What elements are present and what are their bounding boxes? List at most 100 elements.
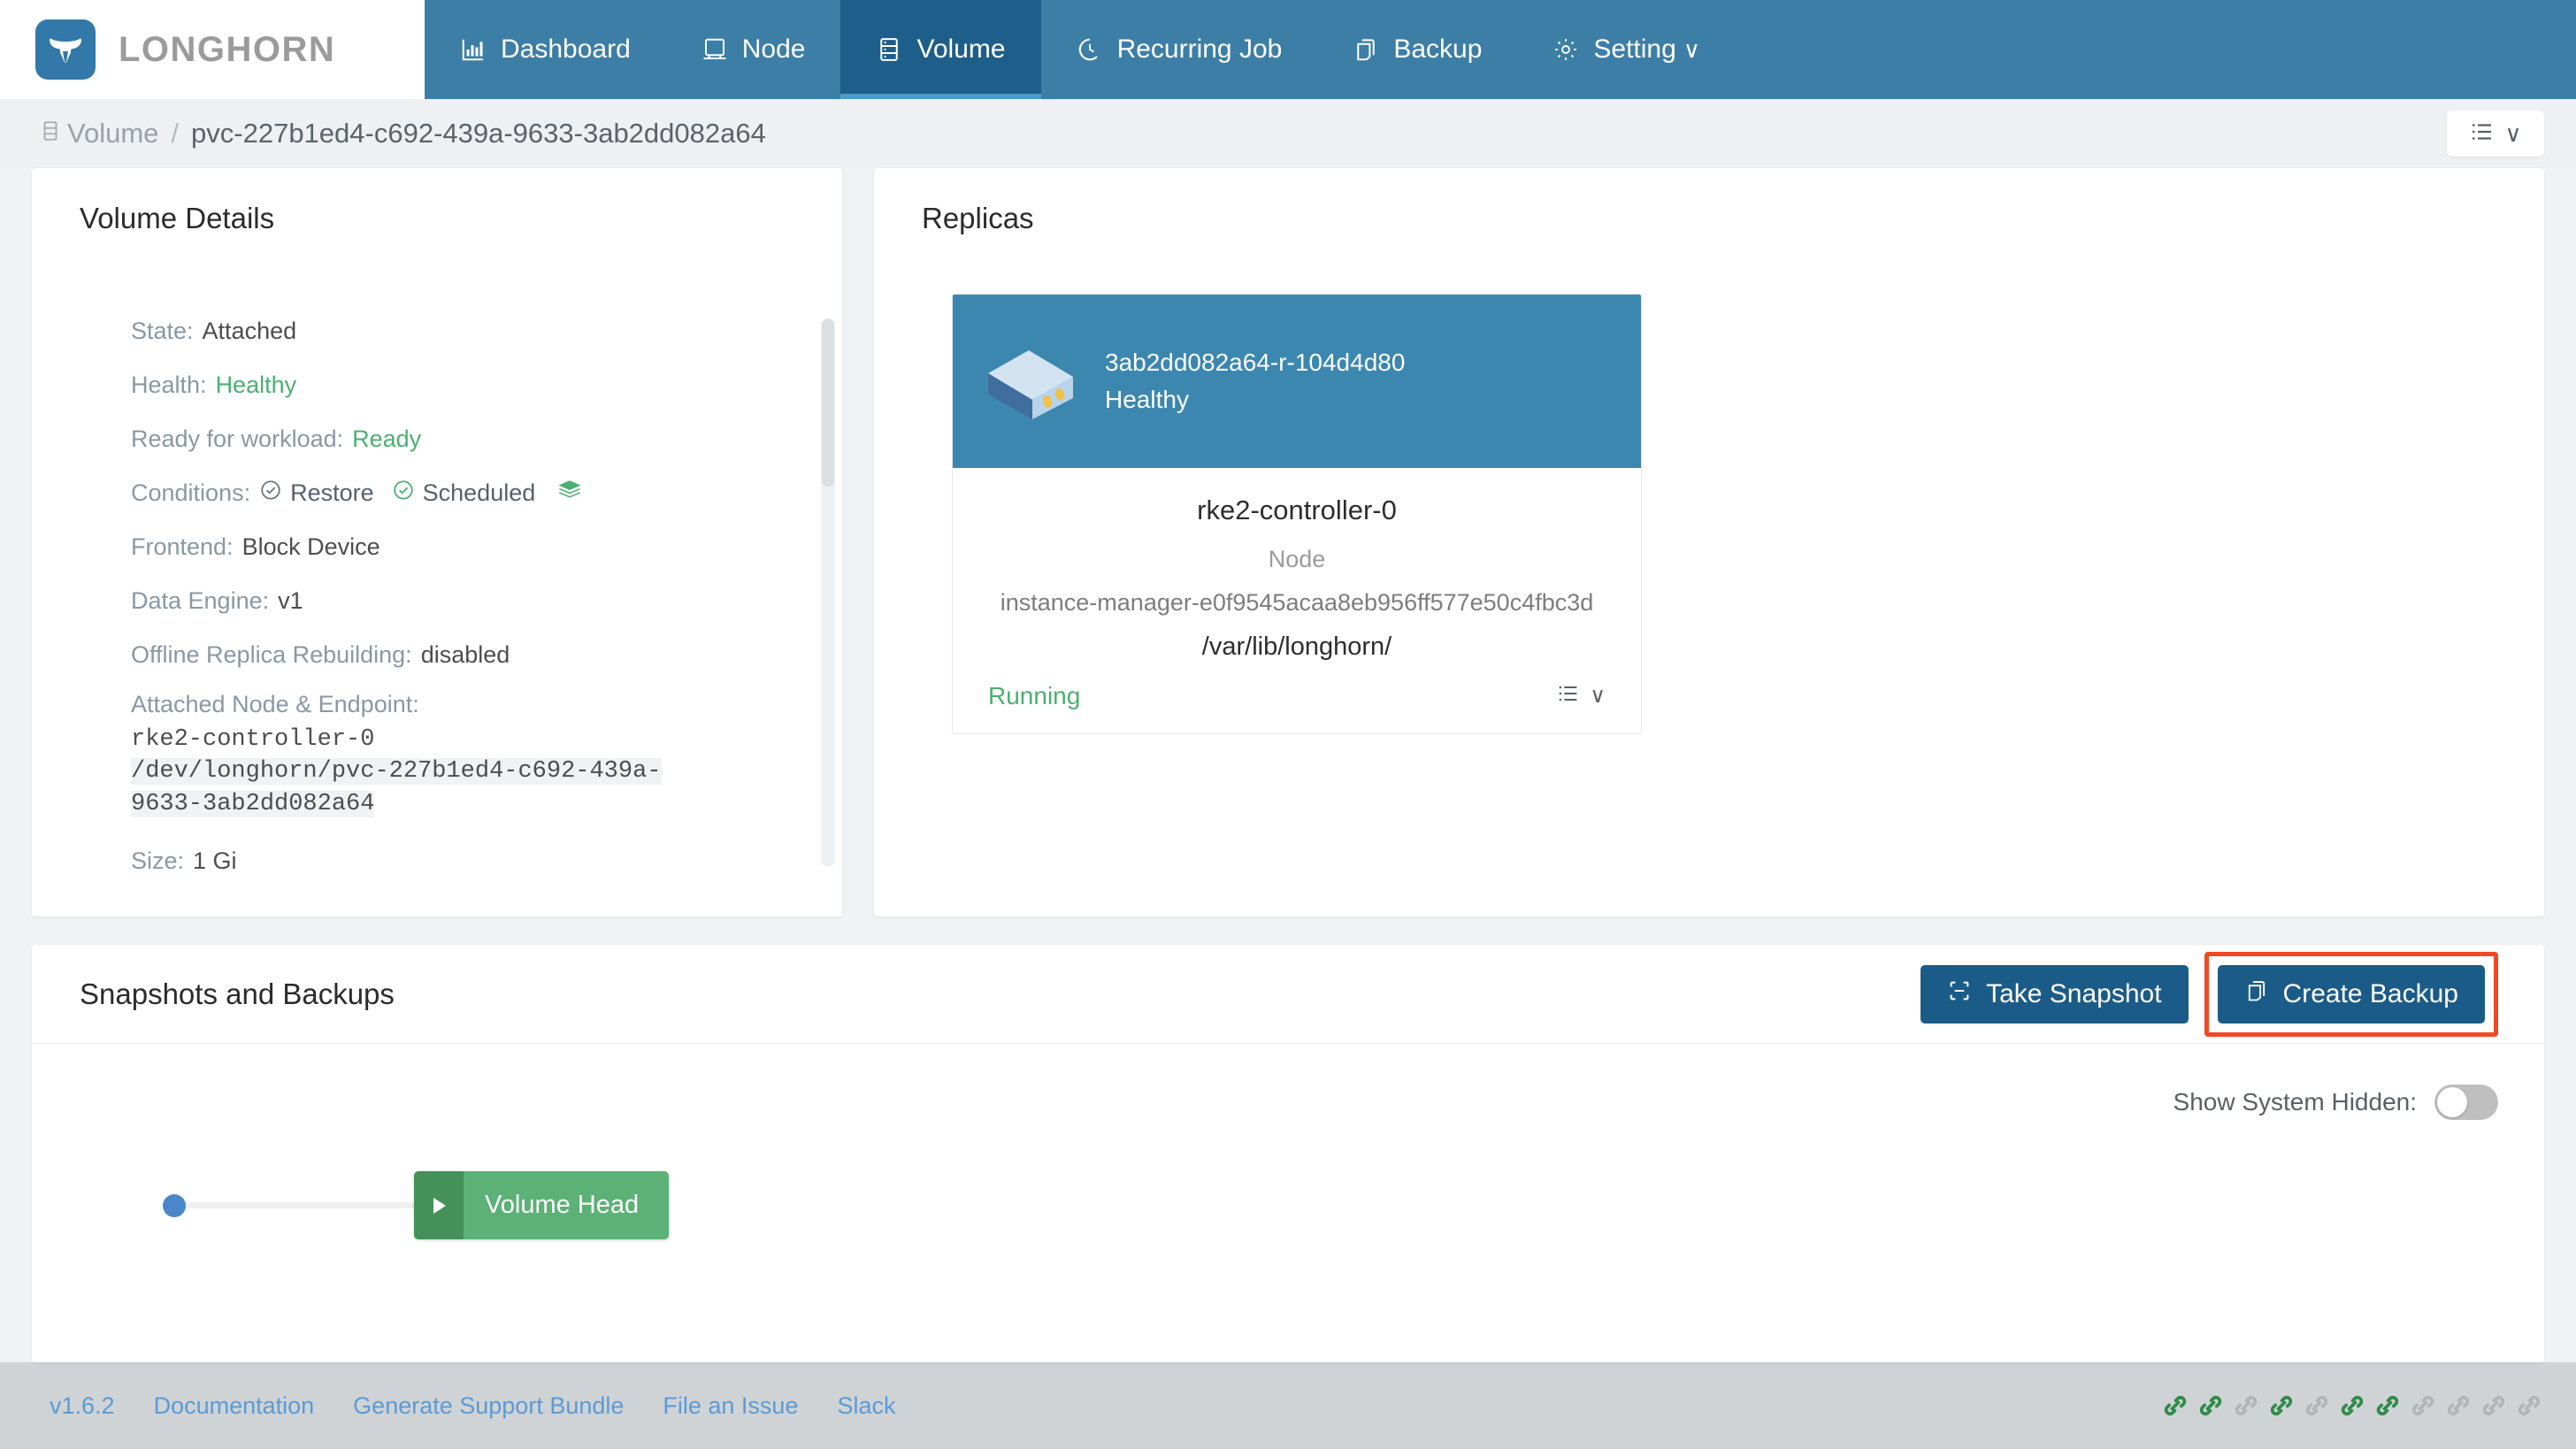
nav-item-backup[interactable]: Backup [1317,0,1517,99]
scrollbar-thumb[interactable] [822,318,834,487]
replicas-grid: 3ab2dd082a64-r-104d4d80 Healthy rke2-con… [874,235,2544,734]
nav-items: Dashboard Node Volume Recurring Job Back… [425,0,2576,99]
replica-actions-menu-button[interactable]: ∨ [1556,681,1606,710]
nav-item-dashboard[interactable]: Dashboard [425,0,666,99]
detail-label: Health: [131,372,207,398]
nav-item-label: Backup [1393,34,1483,64]
condition-label: Restore [290,479,374,506]
detail-label: Data Engine: [131,587,270,614]
disk-block-icon [978,331,1084,433]
replica-status: Running [988,681,1081,709]
endpoint-path-line-1: /dev/longhorn/pvc-227b1ed4-c692-439a- [131,755,786,787]
condition-label: Scheduled [422,479,536,506]
endpoint-path-text: /dev/longhorn/pvc-227b1ed4-c692-439a- [131,758,662,786]
brand-name: LONGHORN [119,29,336,69]
longhorn-bull-icon [35,19,96,80]
detail-row-frontend: Frontend: Block Device [32,520,842,574]
nav-item-label: Node [741,34,806,64]
chain-link-icon [2341,1395,2364,1416]
top-row: Volume Details State: Attached Health: H… [32,168,2544,916]
top-navigation-bar: LONGHORN Dashboard Node Volume Recurring… [0,0,2576,99]
nav-item-recurring-job[interactable]: Recurring Job [1041,0,1318,99]
volume-details-card: Volume Details State: Attached Health: H… [32,168,842,916]
chain-link-icon [2164,1395,2187,1416]
footer-link-documentation[interactable]: Documentation [154,1392,315,1420]
snapshot-timeline: Volume Head [32,1120,2544,1239]
detail-value: v1 [278,587,303,614]
nav-item-volume[interactable]: Volume [840,0,1041,99]
breadcrumb-root[interactable]: Volume [67,118,158,150]
chain-link-icon [2376,1395,2399,1416]
endpoint-path-line-2: 9633-3ab2dd082a64 [131,788,786,820]
detail-row-conditions: Conditions: Restore Scheduled [32,466,842,520]
replica-name: 3ab2dd082a64-r-104d4d80 [1105,349,1406,376]
chevron-down-icon: ∨ [2504,119,2522,147]
breadcrumb-separator: / [171,118,180,149]
play-icon [414,1171,464,1239]
footer-link-file-an-issue[interactable]: File an Issue [663,1392,798,1420]
footer-link-slack[interactable]: Slack [837,1392,895,1420]
detail-label: Ready for workload: [131,426,344,452]
detail-label: Size: [131,847,185,875]
snapshots-header: Snapshots and Backups Take Snapshot Crea… [32,945,2544,1044]
replica-card-header: 3ab2dd082a64-r-104d4d80 Healthy [953,295,1641,468]
copy-icon [2244,978,2269,1010]
detail-label: Frontend: [131,533,234,560]
chevron-down-icon: ∨ [1590,684,1606,708]
check-circle-icon [392,479,415,508]
page-footer: v1.6.2 Documentation Generate Support Bu… [0,1362,2576,1449]
snapshots-and-backups-card: Snapshots and Backups Take Snapshot Crea… [32,945,2544,1362]
snapshots-title: Snapshots and Backups [80,977,395,1010]
detail-row-health: Health: Healthy [32,358,842,412]
detail-row-size: Size: 1 Gi [32,834,842,888]
replica-node-name: rke2-controller-0 [1197,494,1397,525]
nav-item-setting[interactable]: Setting ∨ [1517,0,1735,99]
chain-link-icon [2199,1395,2222,1416]
show-system-hidden-label: Show System Hidden: [2173,1088,2417,1116]
show-system-hidden-toggle[interactable] [2434,1085,2498,1120]
copy-icon [1353,36,1379,63]
layers-icon[interactable] [556,479,583,507]
nav-item-label: Volume [916,34,1006,64]
main-content: Volume Details State: Attached Health: H… [0,168,2576,1362]
replicas-card: Replicas 3ab2dd082a64-r-104d4d80 Healthy… [874,168,2544,916]
detail-row-state: State: Attached [32,304,842,358]
chain-link-icon [2305,1395,2328,1416]
footer-link-version[interactable]: v1.6.2 [50,1392,115,1420]
breadcrumb-current: pvc-227b1ed4-c692-439a-9633-3ab2dd082a64 [191,118,766,149]
detail-value: disabled [420,641,510,668]
volume-details-scrollbar[interactable] [821,318,835,867]
replicas-title: Replicas [922,202,1034,234]
detail-label: Offline Replica Rebuilding: [131,641,412,668]
timeline-start-dot[interactable] [163,1193,186,1217]
volume-actions-menu-button[interactable]: ∨ [2447,111,2544,157]
nav-item-node[interactable]: Node [666,0,841,99]
create-backup-label: Create Backup [2282,978,2458,1008]
volume-head-node[interactable]: Volume Head [414,1171,670,1239]
replica-health: Healthy [1105,386,1189,413]
chain-link-icon [2411,1395,2434,1416]
list-icon [2469,119,2496,150]
condition-restore: Restore [259,479,374,508]
take-snapshot-button[interactable]: Take Snapshot [1920,964,2189,1024]
timeline-connector [186,1202,414,1208]
detail-value: Attached [202,318,297,344]
footer-chain-icons [2160,1391,2544,1421]
database-icon [39,118,62,150]
brand-logo-area[interactable]: LONGHORN [0,0,425,99]
bar-chart-icon [460,36,487,63]
footer-link-generate-support-bundle[interactable]: Generate Support Bundle [353,1392,624,1420]
detail-block-attached-node-endpoint: Attached Node & Endpoint: rke2-controlle… [32,682,842,820]
replica-card[interactable]: 3ab2dd082a64-r-104d4d80 Healthy rke2-con… [952,294,1642,734]
detail-label: Conditions: [131,479,251,506]
chain-link-icon [2518,1395,2541,1416]
detail-row-ready-for-workload: Ready for workload: Ready [32,412,842,466]
breadcrumb: Volume / pvc-227b1ed4-c692-439a-9633-3ab… [39,118,766,150]
create-backup-button[interactable]: Create Backup [2217,964,2485,1024]
chain-link-icon [2482,1395,2505,1416]
detail-value: Healthy [215,372,297,398]
check-circle-icon [259,479,282,508]
crop-icon [1947,978,1972,1010]
server-rack-icon [702,36,728,63]
nav-item-label: Recurring Job [1116,34,1283,64]
